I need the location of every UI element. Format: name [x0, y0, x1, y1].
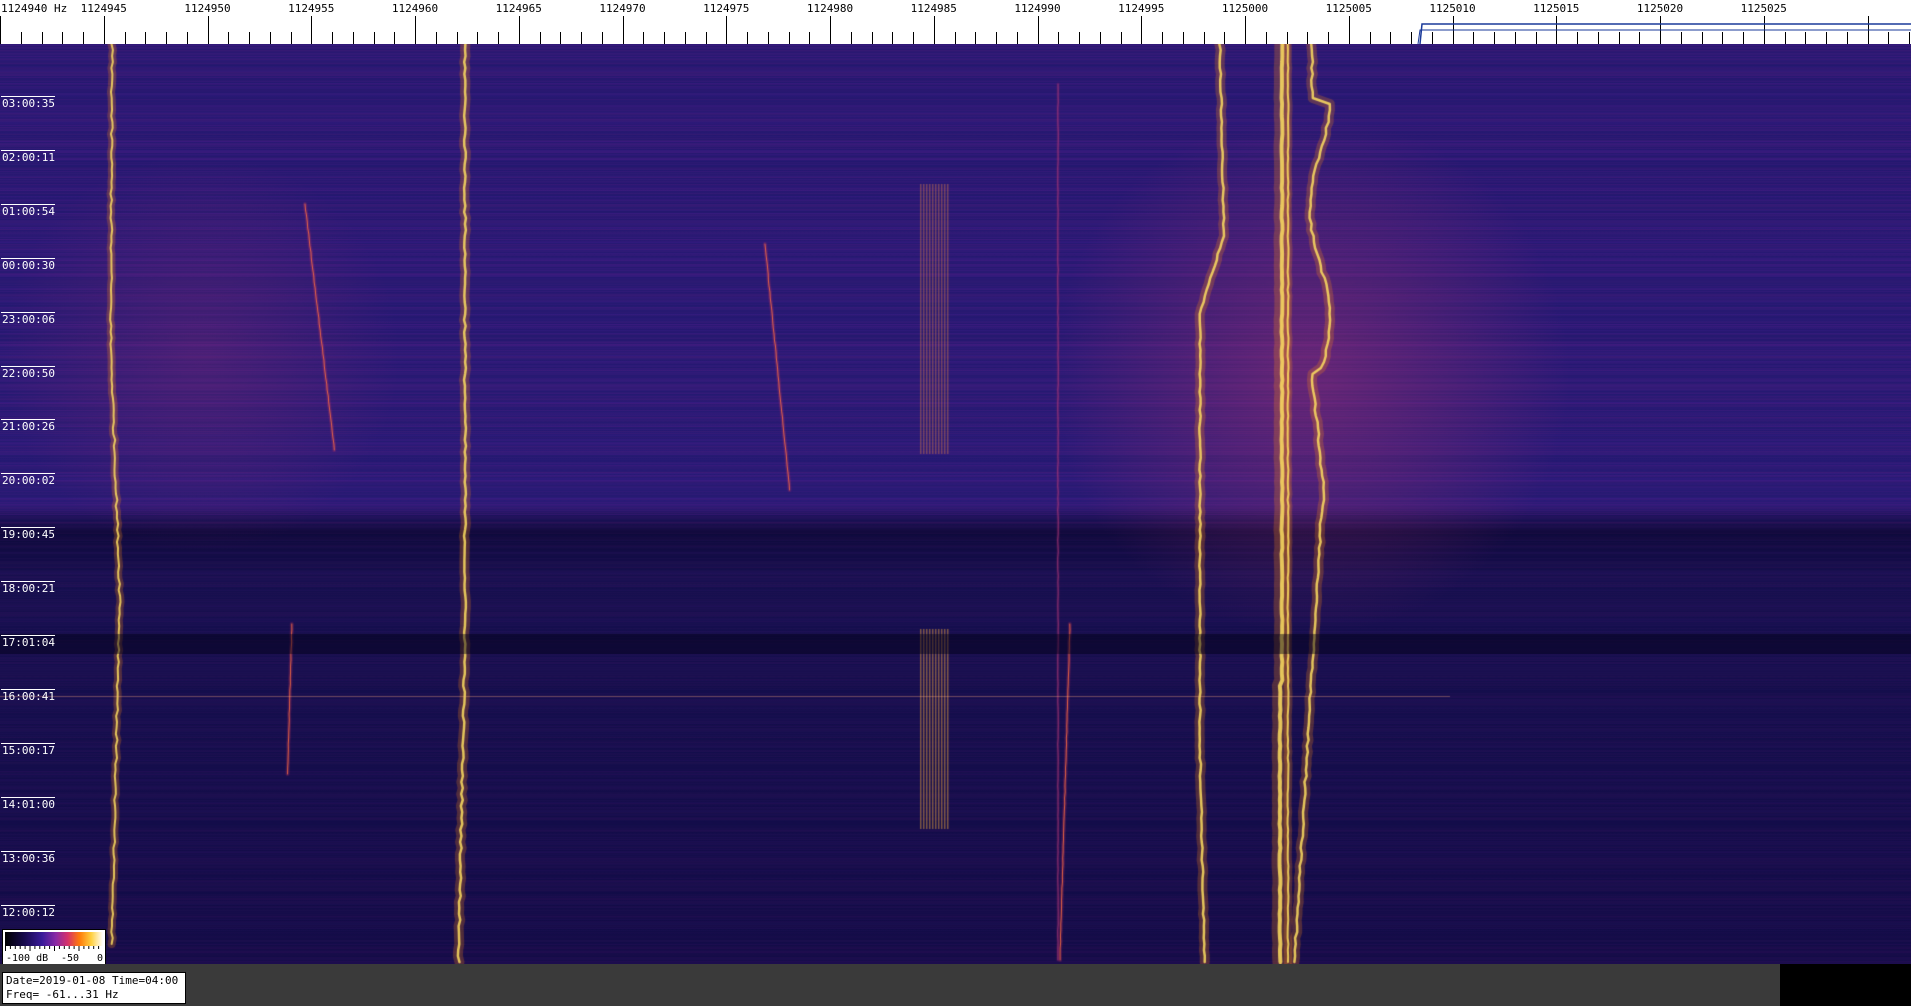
time-tick-label: 03:00:35 — [1, 96, 55, 110]
frequency-tick-label: 1125020 — [1636, 2, 1684, 15]
time-tick-label: 02:00:11 — [1, 149, 55, 164]
frequency-tick-label: 1125015 — [1533, 2, 1580, 15]
frequency-tick-label: 1125010 — [1429, 2, 1476, 15]
time-tick-label: 22:00:50 — [1, 365, 55, 380]
time-tick-label: 16:00:41 — [1, 688, 55, 703]
status-bar — [0, 964, 1780, 1006]
date-frequency-info: Date=2019-01-08 Time=04:00 Freq= -61...3… — [2, 972, 186, 1004]
time-tick-label: 00:00:30 — [1, 257, 55, 272]
frequency-tick-label: 1124965 — [495, 2, 542, 15]
colorbar-label-max: 0 — [97, 953, 104, 964]
time-tick-label: 14:01:00 — [1, 796, 55, 811]
time-tick-label: 18:00:21 — [1, 581, 55, 596]
frequency-axis: 1124940 Hz 1124945 1124950 1124955 1124960 1… — [0, 0, 1911, 45]
frequency-range-readout: Freq= -61...31 Hz — [6, 988, 119, 1001]
time-tick-label: 19:00:45 — [1, 527, 55, 542]
time-tick-label: 20:00:02 — [1, 473, 55, 488]
frequency-tick-label: 1124950 — [184, 2, 231, 15]
frequency-tick-label: 1124960 — [391, 2, 439, 15]
time-tick-label: 13:00:36 — [1, 850, 55, 865]
time-tick-label: 17:01:04 — [1, 635, 55, 649]
frequency-tick-label: 1125005 — [1325, 2, 1372, 15]
frequency-tick-label: 1124995 — [1118, 2, 1165, 15]
frequency-tick-label: 1125025 — [1740, 2, 1787, 15]
frequency-tick-label: 1124990 — [1014, 2, 1061, 15]
frequency-tick-label: 1124970 — [599, 2, 646, 15]
time-tick-label: 01:00:54 — [1, 203, 55, 218]
time-tick-label: 23:00:06 — [1, 311, 55, 326]
frequency-tick-label: 1125000 — [1221, 2, 1269, 15]
colorbar-legend: -100 dB -50 0 — [2, 929, 106, 969]
frequency-axis-start-label: 1124940 Hz — [1, 2, 68, 15]
frequency-tick-label: 1124955 — [288, 2, 335, 15]
time-tick-label: 21:00:26 — [1, 419, 55, 434]
frequency-tick-label: 1124945 — [80, 2, 127, 15]
colorbar-label-mid: -50 — [61, 953, 80, 964]
colorbar-ticks — [5, 946, 100, 951]
frequency-tick-label: 1124980 — [806, 2, 854, 15]
date-time-readout: Date=2019-01-08 Time=04:00 — [6, 974, 179, 987]
frequency-tick-label: 1124975 — [703, 2, 750, 15]
frequency-tick-label: 1124985 — [910, 2, 957, 15]
time-tick-label: 15:00:17 — [1, 742, 55, 757]
colorbar-label-min: -100 dB — [6, 953, 49, 964]
spectrogram-waterfall[interactable] — [0, 44, 1911, 964]
status-bar-corner — [1780, 964, 1911, 1006]
colorbar-gradient — [5, 932, 103, 946]
time-tick-label: 12:00:12 — [1, 904, 55, 919]
